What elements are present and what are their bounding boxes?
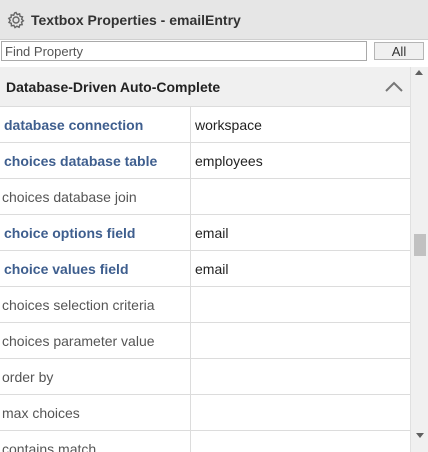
all-filter-button[interactable]: All bbox=[374, 42, 424, 60]
property-value[interactable]: workspace bbox=[192, 107, 410, 142]
property-row[interactable]: max choices bbox=[0, 395, 410, 431]
property-name: choice values field bbox=[0, 251, 191, 286]
scroll-down-arrow-icon[interactable] bbox=[416, 433, 424, 438]
property-name: contains match bbox=[0, 431, 191, 452]
property-row[interactable]: choices selection criteria bbox=[0, 287, 410, 323]
panel-title: Textbox Properties - emailEntry bbox=[31, 11, 241, 28]
scrollbar-thumb[interactable] bbox=[414, 234, 426, 256]
property-value[interactable] bbox=[192, 359, 410, 394]
property-name: database connection bbox=[0, 107, 191, 142]
property-row[interactable]: choice options field email bbox=[0, 215, 410, 251]
property-value[interactable] bbox=[192, 179, 410, 214]
property-value[interactable]: employees bbox=[192, 143, 410, 178]
section-title: Database-Driven Auto-Complete bbox=[6, 78, 221, 95]
property-row[interactable]: choice values field email bbox=[0, 251, 410, 287]
chevron-up-icon[interactable] bbox=[384, 79, 404, 95]
property-row[interactable]: order by bbox=[0, 359, 410, 395]
scroll-up-arrow-icon[interactable] bbox=[415, 70, 423, 75]
property-name: choices database join bbox=[0, 179, 191, 214]
property-name: choices database table bbox=[0, 143, 191, 178]
property-value[interactable] bbox=[192, 323, 410, 358]
property-name: order by bbox=[0, 359, 191, 394]
gear-icon bbox=[6, 10, 26, 30]
vertical-scrollbar[interactable] bbox=[410, 67, 428, 452]
property-name: choices selection criteria bbox=[0, 287, 191, 322]
property-value[interactable] bbox=[192, 287, 410, 322]
property-value[interactable]: email bbox=[192, 215, 410, 250]
property-row[interactable]: choices parameter value bbox=[0, 323, 410, 359]
panel-title-bar: Textbox Properties - emailEntry bbox=[0, 0, 428, 40]
property-grid: database connection workspace choices data… bbox=[0, 107, 410, 452]
property-value[interactable] bbox=[192, 395, 410, 430]
property-row[interactable]: choices database join bbox=[0, 179, 410, 215]
property-value[interactable]: email bbox=[192, 251, 410, 286]
property-row[interactable]: choices database table employees bbox=[0, 143, 410, 179]
search-row: All bbox=[0, 40, 428, 62]
property-value[interactable] bbox=[192, 431, 410, 452]
property-row[interactable]: contains match bbox=[0, 431, 410, 452]
property-name: choice options field bbox=[0, 215, 191, 250]
find-property-input[interactable] bbox=[1, 41, 367, 61]
property-row[interactable]: database connection workspace bbox=[0, 107, 410, 143]
property-name: max choices bbox=[0, 395, 191, 430]
section-header[interactable]: Database-Driven Auto-Complete bbox=[0, 67, 410, 107]
property-name: choices parameter value bbox=[0, 323, 191, 358]
